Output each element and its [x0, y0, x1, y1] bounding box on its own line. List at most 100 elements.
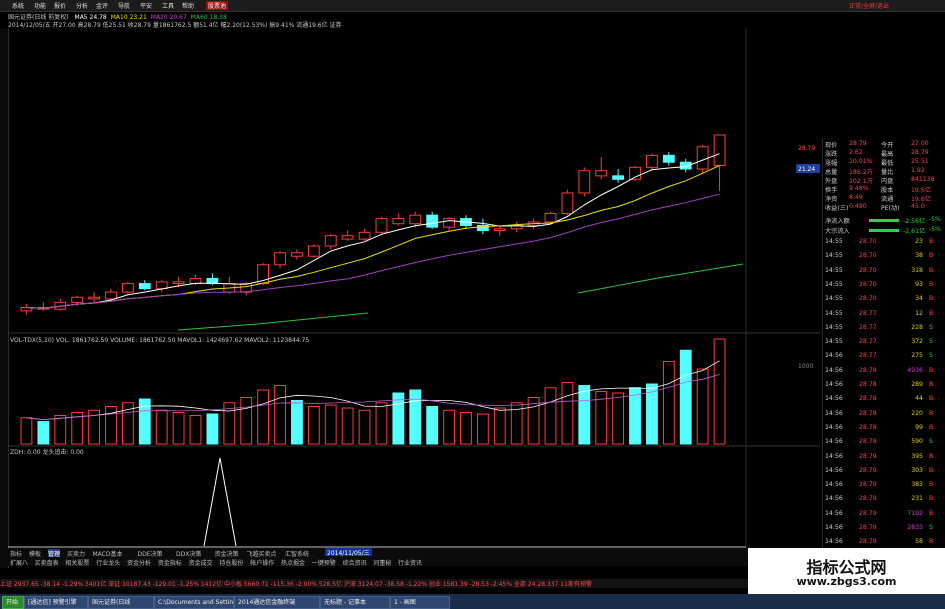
quote-value: 19.6亿	[911, 187, 931, 194]
tick-volume: 2833	[907, 524, 923, 531]
function-tab[interactable]: 资金成交	[189, 558, 213, 567]
candle	[291, 252, 303, 257]
window-controls[interactable]: 正常/全屏/退出	[849, 1, 889, 10]
date-badge: 2014/11/05/三	[325, 548, 372, 557]
quote-row: 现价 28.79 今开 27.00	[823, 140, 945, 149]
volume-bar	[257, 389, 270, 445]
candle	[409, 214, 422, 225]
quote-label: 今开	[881, 142, 894, 149]
tick-price: 28.77	[859, 309, 877, 317]
tick-volume: 590	[911, 438, 923, 446]
windows-taskbar: 开始 [通达信] 预警引擎 国元证券(日线 C:\Documents and Sett…	[0, 594, 945, 609]
menu-item[interactable]: 报价	[54, 1, 66, 10]
tick-time: 14:55	[825, 295, 843, 303]
tick-side: S	[929, 323, 933, 331]
tick-volume: 383	[911, 481, 923, 489]
tick-row: 14:55 28.70 38 B	[823, 252, 945, 261]
volume-bar	[240, 397, 253, 445]
tick-side: B	[929, 423, 934, 431]
function-tab[interactable]: 综合资讯	[343, 558, 367, 567]
candle	[544, 212, 557, 223]
taskbar-item[interactable]: 1 - 画图	[390, 596, 450, 609]
volume-bar	[679, 349, 692, 445]
tick-side: B	[929, 409, 934, 417]
quote-value: 841138	[911, 176, 935, 183]
function-tab[interactable]: 扩展八	[10, 558, 28, 567]
menu-item[interactable]: 功能	[34, 1, 46, 10]
function-tab[interactable]: 相关股票	[65, 558, 89, 567]
tick-time: 14:55	[825, 266, 843, 274]
tick-volume: 372	[911, 338, 923, 346]
quote-label: 流通	[881, 196, 894, 203]
function-tab[interactable]: 资金指标	[158, 558, 182, 567]
taskbar-item[interactable]: 2014通达信金融终端	[234, 596, 320, 609]
tick-price: 28.78	[859, 438, 877, 446]
tick-row: 14:56 28.79 58 B	[823, 538, 945, 547]
flow-row: 净流入额 -2.56亿 -5%	[823, 216, 945, 225]
tick-row: 14:56 28.79 383 B	[823, 481, 945, 490]
function-tab[interactable]: 热点掘金	[281, 558, 305, 567]
quote-value: 10.01%	[849, 158, 873, 165]
function-tab[interactable]: 行业龙头	[96, 558, 120, 567]
candle	[713, 134, 726, 167]
volume-bar	[20, 417, 33, 445]
tick-price: 28.70	[859, 238, 877, 245]
side-tab[interactable]	[0, 138, 8, 178]
menu-item[interactable]: 分析	[76, 1, 88, 10]
tick-row: 14:56 28.79 2833 S	[823, 524, 945, 533]
candle	[324, 235, 337, 247]
tick-side: S	[929, 438, 933, 446]
menu-item[interactable]: 平安	[140, 1, 152, 10]
tick-volume: 38	[915, 252, 923, 260]
watermark-logo: 指标公式网 www.zbgs3.com	[748, 548, 945, 594]
side-tab[interactable]	[0, 38, 8, 78]
ticker-text: 上证 2937.65 -38.14 -1.29% 3401亿 深证 10187.…	[0, 581, 592, 588]
function-tab[interactable]: 帐户操作	[250, 558, 274, 567]
kline-chart[interactable]: 28.79 21.24 VOL-TDX(5,10) VOL: 1861762.50 …	[8, 28, 820, 548]
function-tab[interactable]: 买卖盘表	[35, 558, 59, 567]
menu-item[interactable]: 帮助	[182, 1, 194, 10]
menu-item[interactable]: 工具	[162, 1, 174, 10]
tick-time: 14:55	[825, 252, 843, 260]
candle	[578, 170, 591, 194]
volume-bar	[493, 407, 506, 445]
tick-side: B	[929, 466, 934, 474]
volume-bar	[307, 406, 320, 445]
function-tab[interactable]: 问董秘	[373, 558, 391, 567]
volume-bar	[527, 397, 540, 445]
tick-price: 28.79	[859, 466, 877, 474]
volume-bar	[443, 409, 455, 445]
tick-time: 14:56	[825, 495, 843, 503]
quote-row: 收益(三) 0.480 PE(动) 45.0	[823, 203, 945, 212]
tick-volume: 44	[915, 395, 923, 403]
candle	[595, 170, 608, 177]
tick-price: 28.79	[859, 538, 877, 546]
flow-value: -2.61亿	[903, 228, 926, 235]
tick-time: 14:56	[825, 395, 843, 403]
taskbar-item[interactable]: C:\Documents and Settin	[154, 596, 234, 609]
tick-price: 28.70	[859, 295, 877, 303]
taskbar-item[interactable]: 无标题 - 记事本	[320, 596, 390, 609]
candle	[88, 296, 100, 300]
function-tab[interactable]: 资金分析	[127, 558, 151, 567]
function-tab[interactable]: 持仓股份	[219, 558, 243, 567]
taskbar-item[interactable]: 国元证券(日线	[88, 596, 154, 609]
quote-label: 净资	[825, 196, 838, 203]
tick-side: S	[929, 524, 933, 531]
menu-item[interactable]: 金评	[96, 1, 108, 10]
menu-item[interactable]: 导航	[118, 1, 130, 10]
function-tab[interactable]: 一键预警	[312, 558, 336, 567]
menu-item[interactable]: 股票池	[206, 1, 229, 10]
side-tab[interactable]	[0, 88, 8, 128]
tick-price: 28.77	[859, 323, 877, 331]
candle	[561, 192, 574, 214]
menu-item[interactable]: 系统	[12, 1, 24, 10]
tick-side: B	[929, 481, 934, 489]
tick-price: 28.78	[859, 366, 877, 374]
tick-side: B	[929, 538, 934, 546]
taskbar-item[interactable]: [通达信] 预警引擎	[24, 596, 88, 609]
start-button[interactable]: 开始	[2, 596, 24, 609]
candle	[307, 245, 320, 257]
tick-time: 14:56	[825, 423, 843, 431]
function-tab[interactable]: 行业资讯	[398, 558, 422, 567]
